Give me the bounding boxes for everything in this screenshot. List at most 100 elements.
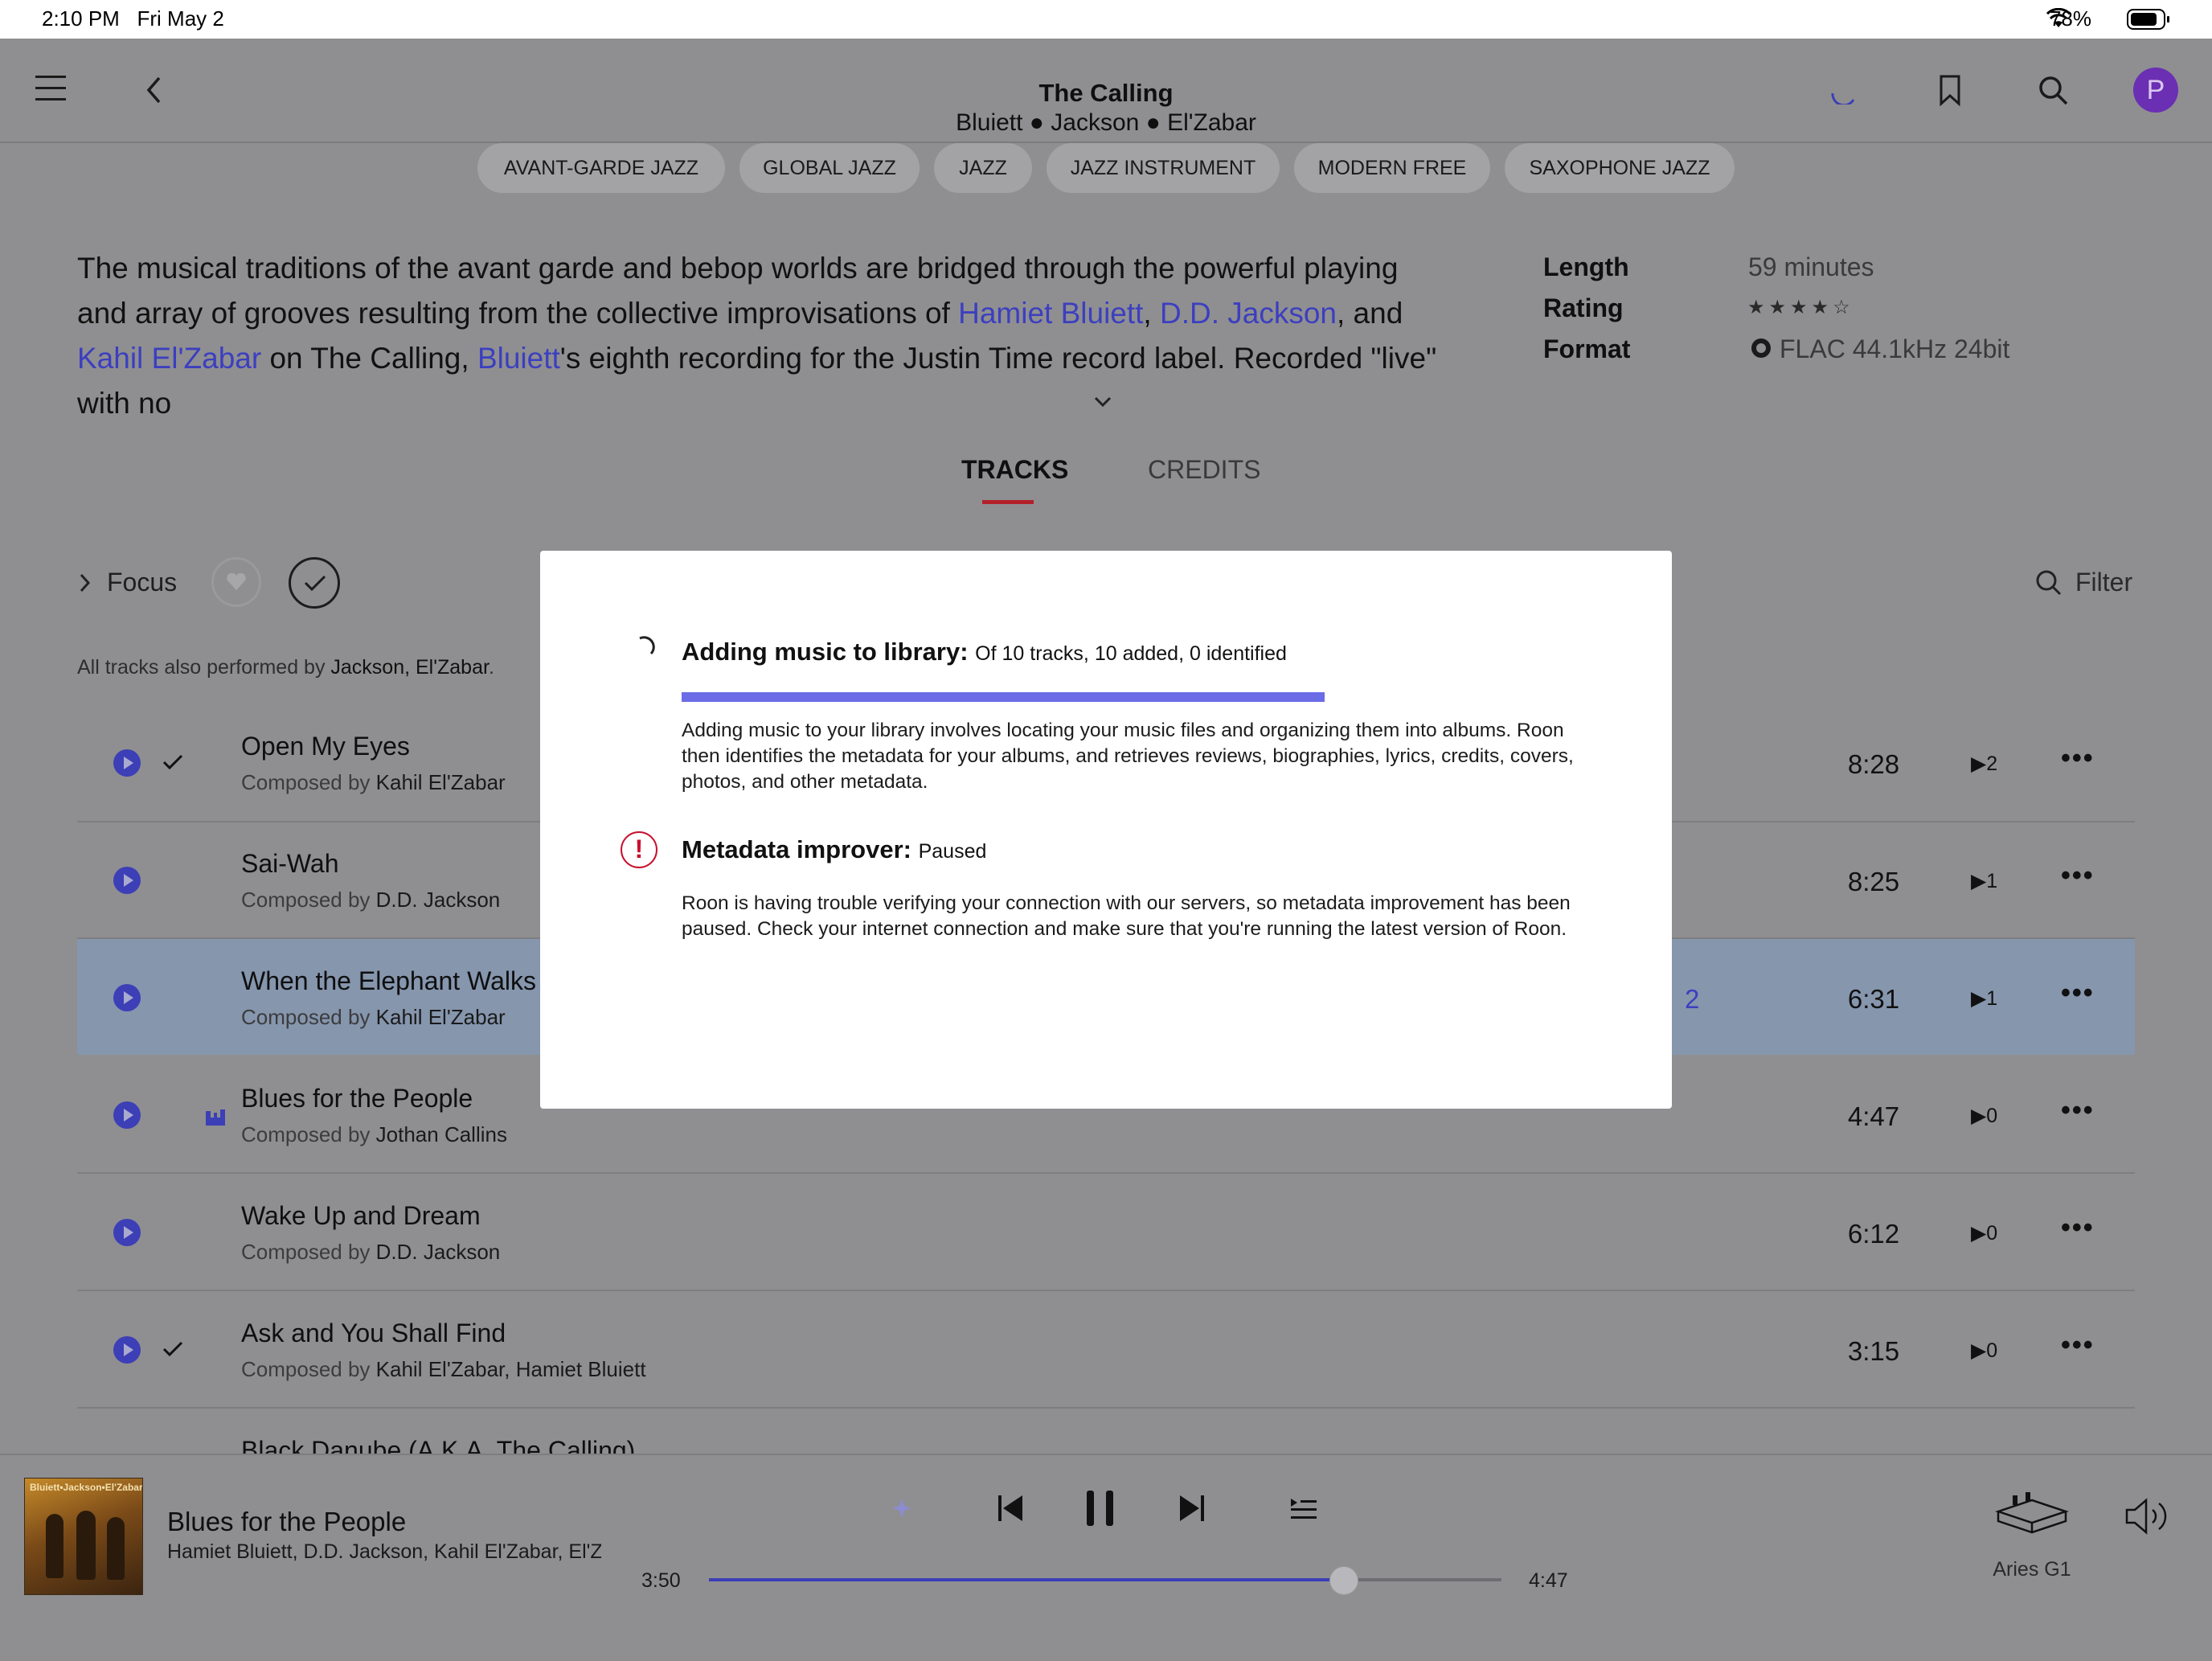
star-icon: ★ [1811,297,1833,318]
track-play-button[interactable] [113,867,141,894]
album-art-figure [107,1517,125,1580]
now-playing-title[interactable]: Blues for the People [167,1507,406,1537]
track-play-button[interactable] [113,749,141,777]
genre-chip-global-jazz[interactable]: GLOBAL JAZZ [739,143,920,193]
radio-sparkle-icon[interactable] [891,1497,913,1520]
artist-link-bluiett[interactable]: Bluiett [477,342,560,375]
next-track-icon[interactable] [1178,1494,1206,1523]
adding-progress-track [682,692,1325,702]
track-more-options[interactable]: ••• [2061,1095,2095,1126]
album-art[interactable]: Bluiett•Jackson•El'Zabar [24,1478,143,1595]
track-more-options[interactable]: ••• [2061,978,2095,1009]
seek-bar-fill [709,1578,1343,1581]
metadata-improver-description: Roon is having trouble verifying your co… [682,892,1571,940]
divider [77,1172,2135,1174]
track-play-count: ▶1 [1971,987,1998,1010]
now-playing-icon [206,1109,225,1126]
album-title: The Calling [1038,79,1174,107]
tab-credits[interactable]: CREDITS [1148,455,1260,485]
track-duration: 4:47 [1847,1101,1900,1131]
track-duration: 8:28 [1847,749,1900,779]
bookmark-icon[interactable] [1937,74,1963,106]
expand-chevron-icon[interactable] [1093,396,1112,408]
adding-progress-fill [682,692,1325,702]
album-art-figure [46,1514,63,1578]
track-composer: Composed by D.D. Jackson [241,888,501,912]
genre-chip-jazz-instrument[interactable]: JAZZ INSTRUMENT [1047,143,1280,193]
track-title[interactable]: Black Danube (A.K.A. The Calling) [241,1436,635,1454]
heart-icon [227,572,246,590]
artist-link-kahil-elzabar[interactable]: Kahil El'Zabar [77,342,261,375]
divider [77,1290,2135,1291]
genre-chip-modern-free[interactable]: MODERN FREE [1294,143,1490,193]
star-icon: ★ [1790,297,1812,318]
track-play-button[interactable] [113,1219,141,1246]
battery-icon [2127,9,2169,30]
genre-chip-saxophone-jazz[interactable]: SAXOPHONE JAZZ [1505,143,1735,193]
track-duration: 6:31 [1847,984,1900,1014]
queue-icon[interactable] [1289,1497,1318,1520]
filter-search-icon[interactable] [2035,569,2062,597]
track-composer: Composed by Kahil El'Zabar [241,770,506,794]
track-play-button[interactable] [113,984,141,1011]
search-icon[interactable] [2038,76,2069,106]
genre-chip-jazz[interactable]: JAZZ [934,143,1032,193]
genre-chip-avant-garde-jazz[interactable]: AVANT-GARDE JAZZ [477,143,725,193]
signal-path-icon[interactable] [1749,336,1773,360]
status-bar: 2:10 PM Fri May 2 78% [0,0,2212,39]
previous-track-icon[interactable] [997,1494,1024,1523]
menu-icon[interactable] [35,74,68,103]
track-more-options[interactable]: ••• [2061,860,2095,892]
pause-icon[interactable] [1085,1489,1116,1528]
album-art-text: Bluiett•Jackson•El'Zabar [30,1482,143,1493]
zone-device-icon[interactable] [1995,1492,2069,1537]
filter-button[interactable]: Filter [2075,568,2132,597]
play-count-icon: ▶ [1971,1222,1987,1245]
track-play-button[interactable] [113,1336,141,1364]
artist-link-hamiet-bluiett[interactable]: Hamiet Bluiett [958,297,1143,330]
track-title[interactable]: Ask and You Shall Find [241,1319,506,1348]
back-icon[interactable] [145,76,164,105]
track-play-count: ▶0 [1971,1222,1998,1245]
loading-spinner-icon [639,636,655,655]
track-more-options[interactable]: ••• [2061,1330,2095,1361]
play-count-icon: ▶ [1971,1105,1987,1127]
length-value: 59 minutes [1748,252,1874,281]
track-row-clipped: Black Danube (A.K.A. The Calling) [0,1431,2212,1454]
play-count-icon: ▶ [1971,870,1987,892]
track-play-count: ▶1 [1971,870,1998,892]
now-playing-artists[interactable]: Hamiet Bluiett, D.D. Jackson, Kahil El'Z… [167,1540,601,1564]
album-artists[interactable]: Bluiett ● Jackson ● El'Zabar [825,109,1387,137]
track-title[interactable]: Open My Eyes [241,732,410,761]
rating-stars[interactable]: ★★★★☆ [1747,296,1854,319]
track-title[interactable]: Blues for the People [241,1084,473,1113]
track-title[interactable]: When the Elephant Walks [241,966,536,996]
tab-tracks[interactable]: TRACKS [961,455,1068,485]
profile-avatar[interactable]: P [2133,68,2178,113]
in-library-checkmark-icon [162,1341,183,1357]
focus-button[interactable]: Focus [107,568,177,597]
elapsed-time: 3:50 [641,1569,681,1592]
format-value: FLAC 44.1kHz 24bit [1780,334,2010,363]
status-time: 2:10 PM Fri May 2 [42,6,224,31]
artist-link-dd-jackson[interactable]: D.D. Jackson [1160,297,1337,330]
zone-name[interactable]: Aries G1 [1985,1558,2079,1581]
divider [77,1407,2135,1409]
volume-icon[interactable] [2124,1497,2173,1536]
favorite-filter-button[interactable] [211,557,261,607]
track-duration: 6:12 [1847,1219,1900,1249]
track-play-button[interactable] [113,1101,141,1129]
chevron-right-icon[interactable] [79,572,92,593]
library-filter-button[interactable] [289,557,340,609]
seek-bar-track[interactable] [709,1566,1501,1595]
track-play-count: ▶0 [1971,1105,1998,1127]
track-title[interactable]: Wake Up and Dream [241,1201,481,1231]
track-more-options[interactable]: ••• [2061,1212,2095,1244]
track-more-options[interactable]: ••• [2061,743,2095,774]
track-duration: 3:15 [1847,1336,1900,1366]
adding-description: Adding music to your library involves lo… [682,720,1574,793]
track-title[interactable]: Sai-Wah [241,849,339,879]
track-composer: Composed by Kahil El'Zabar, Hamiet Bluie… [241,1357,646,1381]
seek-bar-thumb[interactable] [1329,1566,1358,1595]
length-label: Length [1543,252,1629,281]
